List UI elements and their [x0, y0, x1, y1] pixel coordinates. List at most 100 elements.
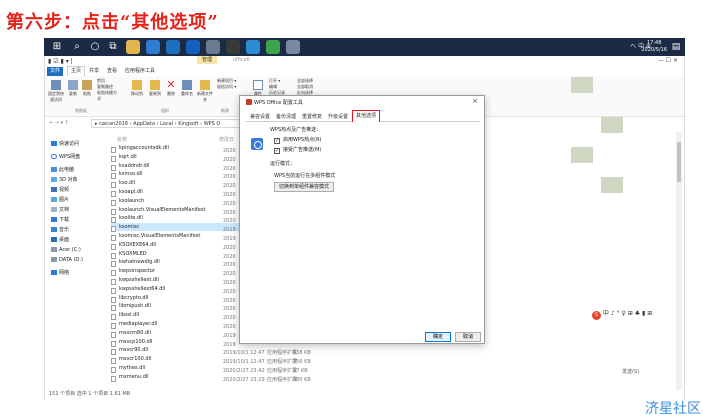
- nav-item-desktop[interactable]: 桌面: [51, 236, 69, 244]
- clipboard-small-actions[interactable]: 剪切 复制路径 粘贴快捷方式: [97, 78, 119, 102]
- nav-item-pictures[interactable]: 图片: [51, 196, 69, 204]
- file-row[interactable]: mythes.dll 2020/2/27 23:42 应用程序扩展27 KB: [111, 364, 308, 374]
- switch-mode-button[interactable]: 切换到单组件兼容模式: [274, 182, 335, 192]
- video-icon: [51, 187, 57, 192]
- new-item-actions[interactable]: 新建项目 ▾ 轻松访问 ▾: [217, 78, 247, 90]
- column-date-header[interactable]: 修改日: [219, 136, 234, 143]
- send-button[interactable]: 发送(S): [622, 368, 639, 375]
- file-row[interactable]: msvcr100.dll 2019/10/1 12:47 应用程序扩展756 KB: [111, 355, 311, 365]
- file-name: kwpsshellext.dll: [119, 277, 159, 283]
- file-row[interactable]: mxmenu.dll 2020/2/27 23:29 应用程序扩展480 KB: [111, 373, 311, 383]
- file-name: ksaddndr.dll: [119, 162, 150, 169]
- tab-app-tools[interactable]: 应用程序工具: [125, 67, 155, 76]
- nav-item-quick-access[interactable]: 快速访问: [51, 140, 79, 148]
- group-clipboard-label: 剪贴板: [75, 108, 87, 113]
- select-actions[interactable]: 全部选择 全部取消 反向选择: [297, 78, 323, 96]
- app-icon-media[interactable]: [246, 40, 260, 54]
- window-title: office6: [233, 57, 250, 63]
- file-name: mxmenu.dll: [119, 373, 149, 380]
- browser-icon[interactable]: [166, 40, 180, 54]
- cortana-icon[interactable]: ○: [88, 40, 102, 54]
- thumbnail-image[interactable]: [601, 177, 623, 193]
- nav-item-network[interactable]: 网络: [51, 269, 69, 277]
- nav-item-downloads[interactable]: 下载: [51, 216, 69, 224]
- copy-to-button[interactable]: 复制到: [147, 80, 163, 97]
- ok-button[interactable]: 确定: [425, 332, 451, 342]
- thumbnail-image[interactable]: [571, 77, 593, 93]
- tools-icon[interactable]: [286, 40, 300, 54]
- tab-upgrade[interactable]: 升级设置: [326, 113, 350, 122]
- nav-item-drive-c[interactable]: Acer (C:): [51, 246, 81, 254]
- rename-icon: [182, 80, 192, 90]
- dialog-title: WPS Office 配置工具: [246, 99, 303, 106]
- scrollbar-thumb[interactable]: [677, 142, 681, 182]
- file-name: KSOXEXE64.dll: [119, 241, 157, 248]
- window-controls[interactable]: — ☐ ✕: [658, 57, 678, 64]
- tab-compat[interactable]: 兼容设置: [248, 113, 272, 122]
- task-view-icon[interactable]: ⧉: [106, 40, 120, 54]
- nav-item-drive-d[interactable]: DATA (D:): [51, 256, 83, 264]
- wechat-icon[interactable]: [266, 40, 280, 54]
- cancel-button[interactable]: 取消: [455, 332, 481, 342]
- app-icon-dark[interactable]: [226, 40, 240, 54]
- star-icon: [51, 141, 57, 146]
- notification-icon[interactable]: ▤: [670, 41, 682, 53]
- ime-toolbar[interactable]: S 中 ♪ ° ♀ ⊞ ♣ ▮ ⊞: [592, 308, 652, 320]
- column-name-header[interactable]: 名称: [117, 136, 127, 143]
- thumbnail-image[interactable]: [601, 117, 623, 133]
- thumbnail-image[interactable]: [571, 147, 593, 163]
- app-icon-blue[interactable]: [186, 40, 200, 54]
- start-icon[interactable]: ⊞: [50, 40, 64, 54]
- nav-item-this-pc[interactable]: 此电脑: [51, 166, 74, 174]
- file-row[interactable]: msvcr90.dll 2019/10/1 12:47 应用程序扩展638 KB: [111, 346, 311, 356]
- hotspot-section-label: WPS热点及广告推送：: [270, 127, 322, 133]
- nav-item-documents[interactable]: 文档: [51, 206, 69, 214]
- pc-icon: [51, 167, 57, 172]
- nav-item-videos[interactable]: 视频: [51, 186, 69, 194]
- taskbar: ⊞ ⌕ ○ ⧉ ヘ 中 ⊕ 17:48 2020/5/16 ▤: [44, 38, 685, 56]
- tab-reset[interactable]: 重置修复: [300, 113, 324, 122]
- dialog-close-button[interactable]: ×: [472, 97, 478, 105]
- paste-button[interactable]: 粘贴: [81, 80, 93, 97]
- delete-button[interactable]: ✕ 删除: [165, 79, 177, 97]
- file-name: msvcp100.dll: [119, 338, 153, 345]
- tab-other-options[interactable]: 其他选项: [352, 110, 381, 122]
- nav-item-music[interactable]: 音乐: [51, 226, 69, 234]
- file-explorer-icon[interactable]: [126, 40, 140, 54]
- manage-tab[interactable]: 管理: [197, 56, 218, 64]
- paste-icon: [82, 80, 92, 90]
- file-name: kwhatnewdlg.dll: [119, 259, 160, 266]
- file-name: ksmso.dll: [119, 171, 143, 178]
- clock[interactable]: 17:48 2020/5/16: [641, 40, 667, 54]
- calculator-icon[interactable]: [206, 40, 220, 54]
- enable-hotspot-checkbox[interactable]: ✓ 启用WPS热点(R): [274, 136, 322, 144]
- run-mode-label: 运行模式：: [270, 161, 296, 167]
- open-actions[interactable]: 打开 ▾ 编辑 历史记录: [269, 78, 293, 96]
- checkbox-checked-icon: ✓: [274, 138, 280, 144]
- file-name: ksolaunch.VisualElementsManifest: [119, 206, 206, 213]
- edge-icon[interactable]: [146, 40, 160, 54]
- rename-button[interactable]: 重命名: [179, 80, 195, 97]
- nav-item-wps-cloud[interactable]: WPS网盘: [51, 153, 80, 161]
- scrollbar[interactable]: [676, 132, 682, 390]
- move-to-button[interactable]: 移动到: [129, 80, 145, 97]
- copy-button[interactable]: 复制: [67, 80, 79, 97]
- tab-home[interactable]: 主页: [67, 66, 86, 76]
- tab-view[interactable]: 查看: [107, 67, 117, 76]
- tab-backup[interactable]: 备份清理: [274, 113, 298, 122]
- tab-share[interactable]: 共享: [89, 67, 99, 76]
- run-mode-text: WPS当前运行在多组件模式: [274, 173, 336, 179]
- search-icon[interactable]: ⌕: [70, 40, 84, 54]
- address-path[interactable]: ▸ caican2016 › AppData › Local › Kingsof…: [91, 119, 241, 128]
- copy-icon: [68, 80, 78, 90]
- nav-item-3d[interactable]: 3D 对象: [51, 176, 78, 184]
- new-folder-button[interactable]: 新建文件夹: [197, 80, 213, 103]
- pin-button[interactable]: 固定到快速访问: [47, 80, 65, 103]
- download-icon: [51, 217, 57, 222]
- file-name: msvcm80.dll: [119, 329, 151, 336]
- nav-buttons[interactable]: ← → ▾ ↑: [49, 120, 69, 126]
- sogou-logo-icon: S: [592, 311, 601, 320]
- quick-access-toolbar[interactable]: ▮ ☑ ▮ ▾ |: [48, 58, 73, 65]
- tab-file[interactable]: 文件: [47, 67, 63, 76]
- accept-ads-checkbox[interactable]: ✓ 接受广告推送(M): [274, 146, 321, 154]
